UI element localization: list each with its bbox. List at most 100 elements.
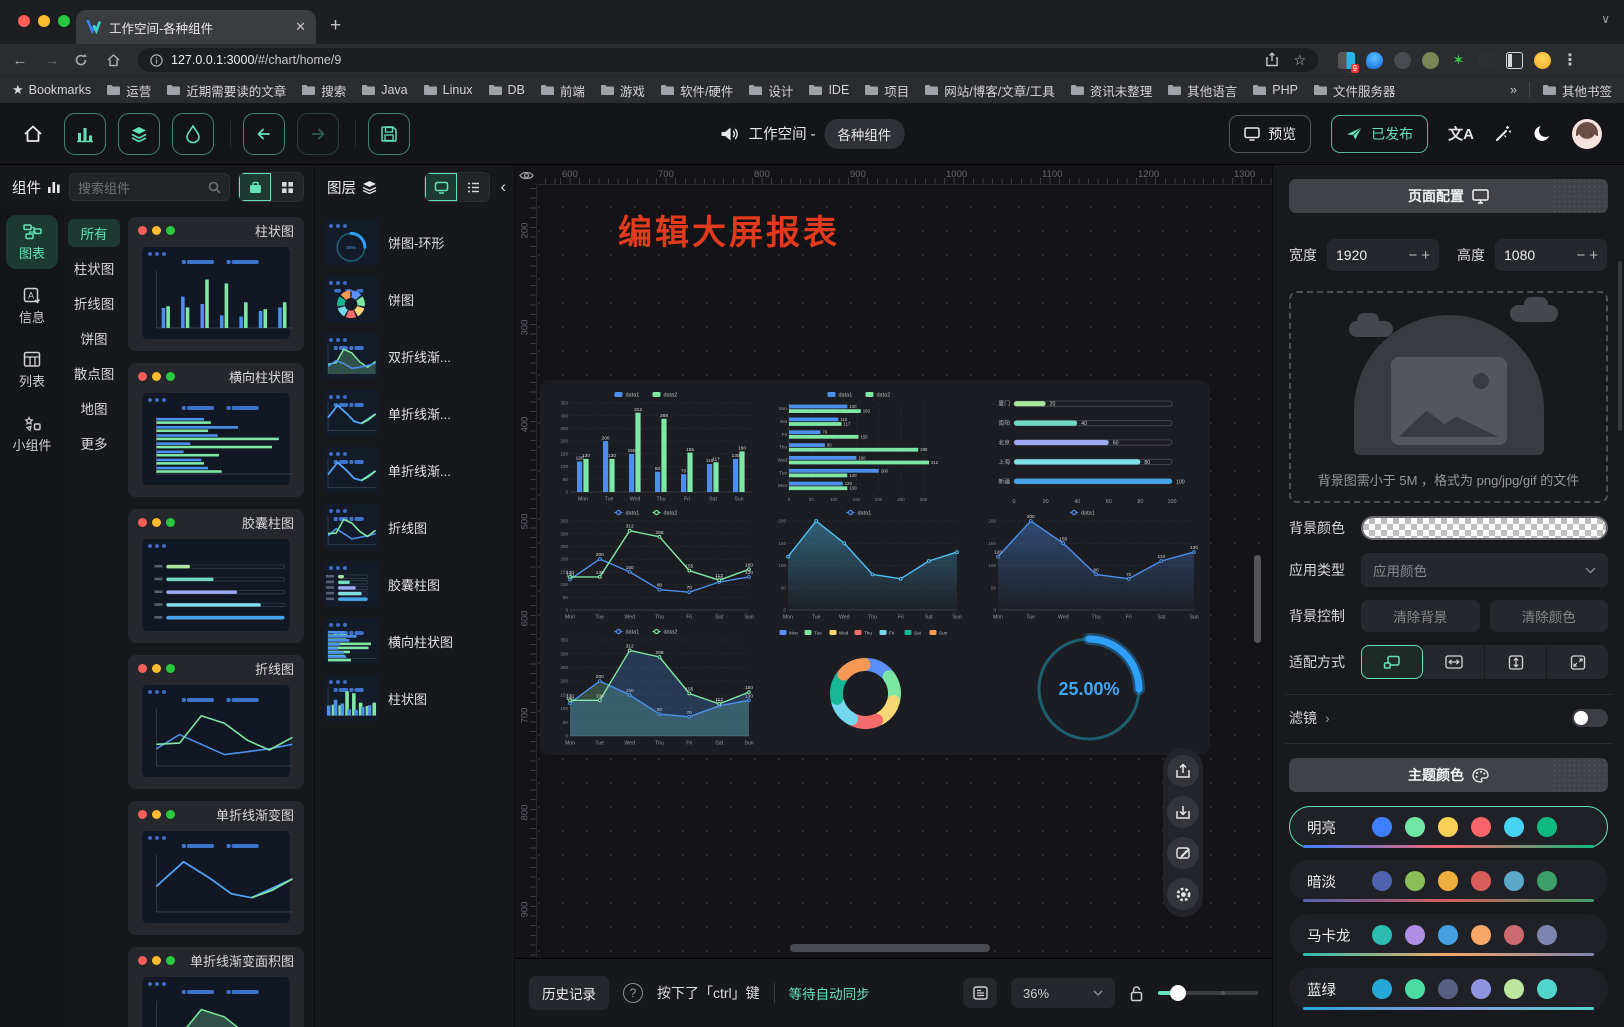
back-icon[interactable]: ← [10,52,30,69]
history-button[interactable]: 历史记录 [529,976,609,1010]
new-tab-button[interactable]: + [330,15,341,37]
grid-view-toggle[interactable] [271,173,303,201]
settings-scrollbar[interactable] [1618,261,1622,431]
category-item-3[interactable]: 饼图 [68,324,120,352]
bookmark-star-icon[interactable]: ☆ [1293,52,1306,69]
preview-button[interactable]: 预览 [1229,115,1311,153]
width-stepper[interactable]: 1920 − + [1327,239,1439,271]
publish-button[interactable]: 已发布 [1331,115,1428,153]
dashboard-preview[interactable]: data1data2050100150200250300350120130Mon… [540,380,1210,755]
layer-item-2[interactable]: 双折线渐... [323,333,506,379]
component-card-hbar[interactable]: 横向柱状图 [128,363,304,497]
collapse-panel-icon[interactable]: ‹ [500,177,506,197]
site-info-icon[interactable] [150,54,163,67]
component-card-capsule[interactable]: 胶囊柱图 [128,509,304,643]
canvas-chart-progress-ring[interactable]: 25.00% [978,623,1200,751]
magic-wand-icon[interactable] [1494,124,1513,143]
layer-item-5[interactable]: 折线图 [323,504,506,550]
bookmarks-root[interactable]: ★ Bookmarks [12,82,91,98]
bookmark-folder[interactable]: 资讯未整理 [1070,81,1153,100]
component-card-line[interactable]: 单折线渐变图 [128,801,304,935]
home-icon[interactable] [106,53,126,68]
width-increment[interactable]: + [1421,247,1430,264]
search-input[interactable]: 搜索组件 [69,173,230,201]
zoom-select[interactable]: 36% [1011,978,1115,1008]
save-button[interactable] [368,113,410,155]
bookmark-folder[interactable]: 项目 [864,81,909,100]
fit-width-option[interactable] [1423,645,1485,679]
bookmark-folder[interactable]: Java [361,81,407,100]
redo-button[interactable] [297,113,339,155]
bookmark-folder[interactable]: 前端 [540,81,585,100]
translate-icon[interactable]: 文A [1448,123,1474,144]
theme-row-1[interactable]: 暗淡 [1289,860,1608,902]
minimize-window-button[interactable] [38,15,50,27]
layer-item-1[interactable]: 饼图 [323,276,506,322]
import-button[interactable] [1167,796,1199,828]
canvas-chart-area[interactable]: data1data2050100150200250300350120200150… [550,625,755,747]
theme-row-3[interactable]: 蓝绿 [1289,968,1608,1010]
layers-list-view-toggle[interactable] [457,173,489,201]
layer-item-3[interactable]: 单折线渐... [323,390,506,436]
bookmark-folder[interactable]: Linux [423,81,473,100]
canvas-vertical-scrollbar[interactable] [1254,555,1261,643]
tab-close-icon[interactable]: ✕ [295,19,306,35]
browser-menu-icon[interactable]: ⋮ [1562,50,1578,70]
ext-star-icon[interactable]: ✶ [1450,52,1467,69]
layer-item-7[interactable]: 横向柱状图 [323,618,506,664]
layers-thumbnail-view-toggle[interactable] [425,173,457,201]
other-bookmarks-folder[interactable]: 其他书签 [1542,81,1612,100]
chevron-down-icon[interactable]: ∨ [1601,12,1610,26]
sidebar-item-0[interactable]: 图表 [6,215,58,269]
fit-full-option[interactable] [1547,645,1608,679]
ext-flag-icon[interactable]: 9 [1338,52,1355,69]
canvas-chart-dual-gradient-line[interactable]: data1050100150200MonTueWedThuFriSatSun [768,506,963,621]
bookmark-folder[interactable]: 网站/博客/文章/工具 [924,81,1054,100]
chevron-right-icon[interactable]: › [1325,710,1330,726]
export-button[interactable] [1167,755,1199,787]
zoom-slider-handle[interactable] [1170,985,1186,1001]
ext-circle-icon[interactable] [1422,52,1439,69]
footer-panel-icon[interactable] [963,978,997,1008]
height-value[interactable]: 1080 [1504,247,1572,263]
bookmark-folder[interactable]: 运营 [106,81,151,100]
sidebar-item-1[interactable]: A信息 [6,279,58,333]
bookmark-folder[interactable]: 搜索 [301,81,346,100]
design-canvas[interactable]: 6007008009001000110012001300 20030040050… [515,165,1272,958]
bookmark-folder[interactable]: 软件/硬件 [660,81,733,100]
dark-mode-moon-icon[interactable] [1533,124,1552,143]
lock-icon[interactable] [1129,985,1144,1002]
reload-icon[interactable] [74,53,94,67]
fit-height-option[interactable] [1485,645,1547,679]
toggle-rulers-eye-icon[interactable] [515,165,537,185]
bookmarks-overflow-icon[interactable]: » [1510,83,1517,97]
category-item-1[interactable]: 柱状图 [68,254,120,282]
maximize-window-button[interactable] [58,15,70,27]
share-icon[interactable] [1265,52,1279,67]
canvas-horizontal-scrollbar[interactable] [790,944,990,952]
layers-panel-toggle-button[interactable] [118,113,160,155]
ext-drop-icon[interactable] [1366,52,1383,69]
forward-icon[interactable]: → [42,52,62,69]
clear-background-button[interactable]: 清除背景 [1361,600,1480,632]
clear-color-button[interactable]: 清除颜色 [1490,600,1609,632]
details-panel-toggle-button[interactable] [172,113,214,155]
theme-color-header[interactable]: 主题颜色 [1289,758,1608,792]
category-item-2[interactable]: 折线图 [68,289,120,317]
bookmark-folder[interactable]: 设计 [748,81,793,100]
browser-tab[interactable]: 工作空间-各种组件 ✕ [76,10,316,44]
ext-cmd-icon[interactable] [1394,52,1411,69]
background-upload-dropzone[interactable]: 背景图需小于 5M ，格式为 png/jpg/gif 的文件 [1289,291,1608,503]
workspace-name-badge[interactable]: 各种组件 [824,119,904,149]
category-item-6[interactable]: 更多 [68,429,120,457]
filter-toggle[interactable] [1572,709,1608,727]
profile-avatar[interactable] [1534,52,1551,69]
app-type-select[interactable]: 应用颜色 [1361,553,1608,587]
single-view-toggle[interactable] [239,173,271,201]
category-item-4[interactable]: 散点图 [68,359,120,387]
layer-item-6[interactable]: 胶囊柱图 [323,561,506,607]
bookmark-folder[interactable]: PHP [1252,81,1298,100]
page-config-header[interactable]: 页面配置 [1289,179,1608,213]
canvas-chart-capsule[interactable]: 厦门20南阳40北京60上海80新疆100020406080100 [978,388,1200,506]
ext-pin-icon[interactable] [1478,52,1495,69]
